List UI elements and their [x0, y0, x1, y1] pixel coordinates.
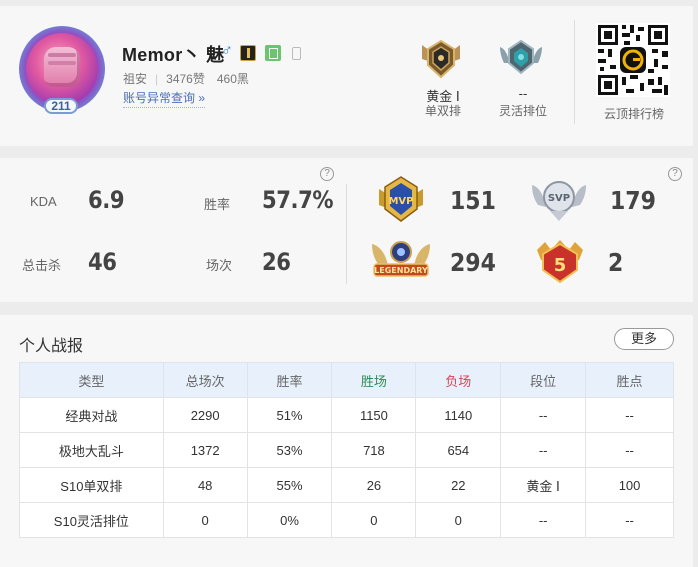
table-cell: 718: [331, 432, 417, 468]
total-kills-label: 总击杀: [22, 258, 62, 273]
table-cell: --: [585, 432, 674, 468]
table-cell: S10单双排: [19, 467, 164, 503]
winrate-value: 57.7%: [262, 186, 334, 214]
svp-medal-icon: SVP: [532, 181, 586, 221]
table-cell: S10灵活排位: [19, 502, 164, 538]
report-title: 个人战报: [19, 338, 84, 355]
table-cell: 1372: [162, 432, 248, 468]
column-header: 胜点: [585, 362, 674, 398]
male-gender-icon: ♂: [221, 42, 233, 59]
avatar-image: [26, 33, 98, 105]
table-cell: 22: [415, 467, 502, 503]
honor-badge-icon[interactable]: [240, 45, 256, 61]
divider: |: [155, 72, 159, 86]
table-header-row: 类型 总场次 胜率 胜场 负场 段位 胜点: [19, 362, 674, 398]
column-header-wins: 胜场: [331, 362, 417, 398]
phone-icon[interactable]: [287, 45, 305, 61]
flex-rank-tier: --: [518, 86, 528, 101]
unranked-emblem: [500, 39, 542, 75]
table-cell: 55%: [246, 467, 333, 503]
tft-leaderboard-label: 云顶排行榜: [603, 107, 664, 121]
legendary-count: 294: [450, 248, 496, 277]
level-badge: 211: [44, 98, 78, 114]
total-kills-value: 46: [88, 248, 117, 276]
report-table: 类型 总场次 胜率 胜场 负场 段位 胜点 经典对战 2290 51% 1150…: [19, 362, 674, 538]
table-row[interactable]: S10灵活排位 0 0% 0 0 -- --: [19, 502, 674, 538]
table-cell: 0: [415, 502, 502, 538]
profile-meta: 祖安 | 3476赞 460黑: [123, 70, 249, 87]
table-cell: 654: [415, 432, 502, 468]
table-cell: 2290: [162, 397, 248, 433]
table-cell: 0: [162, 502, 248, 538]
table-cell: --: [585, 502, 674, 538]
games-label: 场次: [206, 258, 233, 273]
column-header: 类型: [19, 362, 164, 398]
flex-rank-label: 灵活排位: [498, 104, 547, 118]
gold-rank-emblem: [422, 39, 460, 79]
column-header: 段位: [500, 362, 587, 398]
pentakill-count: 2: [608, 248, 624, 277]
divider: [346, 184, 347, 284]
table-row[interactable]: S10单双排 48 55% 26 22 黄金 Ⅰ 100: [19, 467, 674, 503]
table-cell: --: [585, 397, 674, 433]
table-cell: --: [500, 397, 587, 433]
table-row[interactable]: 极地大乱斗 1372 53% 718 654 -- --: [19, 432, 674, 468]
svg-text:MVP: MVP: [388, 196, 413, 207]
table-row[interactable]: 经典对战 2290 51% 1150 1140 -- --: [19, 397, 674, 433]
pentakill-number: 5: [554, 255, 567, 276]
winrate-label: 胜率: [204, 197, 231, 212]
column-header: 总场次: [162, 362, 248, 398]
table-cell: 51%: [246, 397, 333, 433]
pentakill-medal-icon: 5: [537, 240, 583, 284]
column-header: 胜率: [246, 362, 333, 398]
table-cell: 1150: [331, 397, 417, 433]
table-cell: 1140: [415, 397, 502, 433]
server-region: 祖安: [123, 72, 148, 86]
column-header-losses: 负场: [415, 362, 502, 398]
solo-rank-label: 单双排: [424, 104, 461, 118]
table-cell: 极地大乱斗: [19, 432, 164, 468]
qr-code[interactable]: [596, 23, 670, 97]
table-cell: 53%: [246, 432, 333, 468]
svp-count: 179: [610, 186, 656, 215]
more-button[interactable]: 更多: [614, 328, 674, 350]
fist-icon: [44, 47, 80, 87]
kda-value: 6.9: [88, 186, 125, 214]
likes-count: 3476赞: [166, 72, 205, 86]
mvp-count: 151: [450, 186, 496, 215]
table-cell: 黄金 Ⅰ: [500, 467, 587, 503]
table-cell: 0: [331, 502, 417, 538]
svg-text:LEGENDARY: LEGENDARY: [374, 266, 428, 275]
copy-icon[interactable]: [265, 45, 281, 61]
table-cell: 48: [162, 467, 248, 503]
svg-text:SVP: SVP: [548, 193, 570, 204]
account-anomaly-link[interactable]: 账号异常查询 »: [123, 89, 206, 108]
help-icon[interactable]: ?: [320, 167, 334, 181]
games-value: 26: [262, 248, 291, 276]
divider: [574, 20, 575, 124]
table-cell: 100: [585, 467, 674, 503]
table-cell: --: [500, 502, 587, 538]
table-cell: 0%: [246, 502, 333, 538]
mvp-medal-icon: MVP: [379, 176, 423, 222]
table-cell: 26: [331, 467, 417, 503]
table-cell: --: [500, 432, 587, 468]
kda-label: KDA: [30, 194, 57, 209]
legendary-medal-icon: LEGENDARY: [372, 241, 430, 277]
help-icon[interactable]: ?: [668, 167, 682, 181]
table-cell: 经典对战: [19, 397, 164, 433]
player-name: Memor丶 魅: [122, 45, 225, 65]
blacks-count: 460黑: [216, 72, 249, 86]
